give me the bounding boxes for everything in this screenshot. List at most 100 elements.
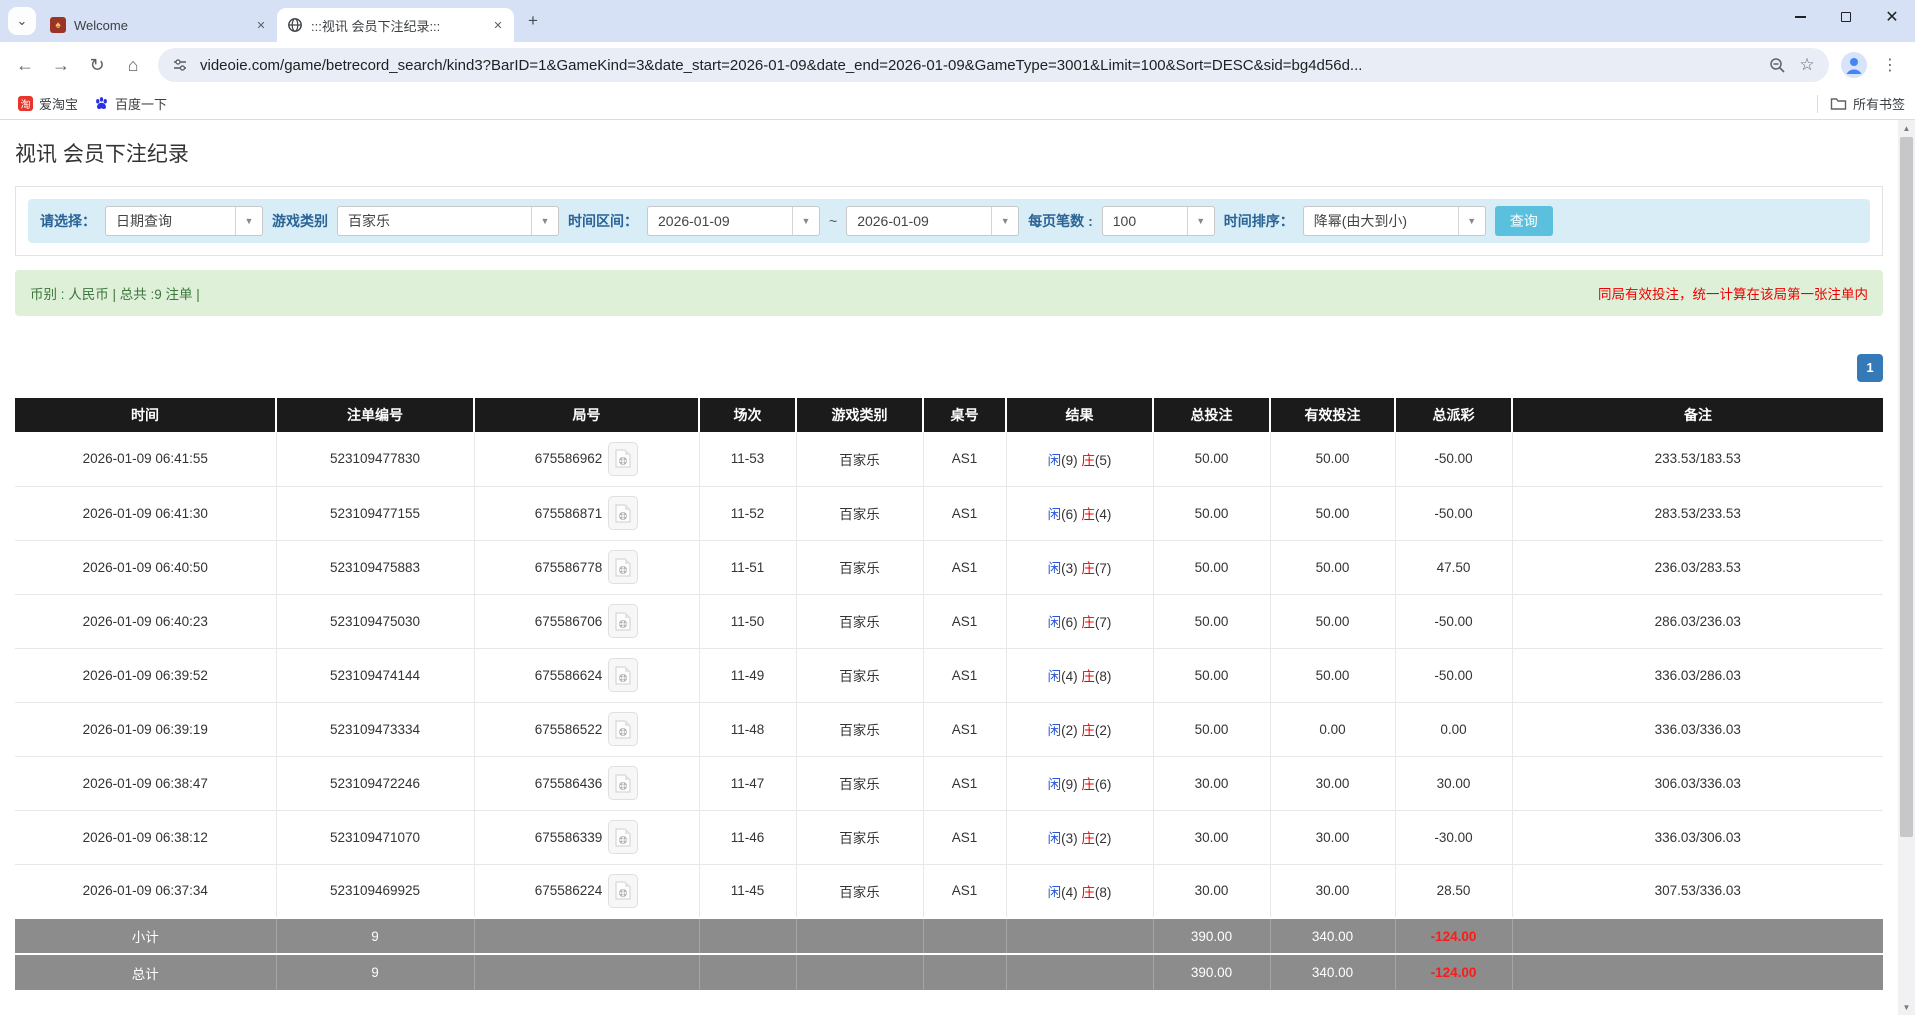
- tab-close-icon[interactable]: ✕: [253, 17, 269, 33]
- chevron-down-icon[interactable]: ▼: [531, 207, 558, 235]
- cell-time: 2026-01-09 06:38:47: [15, 756, 276, 810]
- page-size-value: 100: [1103, 207, 1187, 235]
- cell-total-bet: 50.00: [1153, 648, 1270, 702]
- video-replay-button[interactable]: [608, 604, 638, 638]
- cell-round: 675586339: [474, 810, 699, 864]
- date-range-label: 时间区间：: [568, 211, 638, 231]
- video-replay-button[interactable]: [608, 874, 638, 908]
- cell-round: 675586522: [474, 702, 699, 756]
- tab-welcome[interactable]: ♠ Welcome ✕: [40, 8, 277, 42]
- result-banker: 庄(8): [1081, 885, 1111, 900]
- reload-button[interactable]: ↻: [80, 48, 114, 82]
- page-1-button[interactable]: 1: [1857, 354, 1883, 382]
- table-row: 2026-01-09 06:38:12 523109471070 6755863…: [15, 810, 1883, 864]
- video-replay-button[interactable]: [608, 712, 638, 746]
- bookmarks-separator: [1817, 95, 1818, 113]
- cell-round: 675586706: [474, 594, 699, 648]
- cell-remark: 336.03/306.03: [1512, 810, 1883, 864]
- page-scrollbar[interactable]: ▲ ▼: [1898, 120, 1915, 1015]
- subtotal-row: 小计 9 390.00 340.00 -124.00: [15, 918, 1883, 954]
- page-title: 视讯 会员下注纪录: [15, 138, 1883, 168]
- all-bookmarks-label[interactable]: 所有书签: [1853, 94, 1905, 113]
- bookmark-aitaobao[interactable]: 淘 爱淘宝: [10, 91, 86, 116]
- subtotal-empty: [796, 918, 923, 954]
- chevron-down-icon[interactable]: ▼: [235, 207, 262, 235]
- back-button[interactable]: ←: [8, 48, 42, 82]
- url-text[interactable]: videoie.com/game/betrecord_search/kind3?…: [200, 57, 1757, 74]
- home-button[interactable]: ⌂: [116, 48, 150, 82]
- cell-result: 闲(9) 庄(5): [1006, 432, 1153, 486]
- poker-favicon: ♠: [50, 17, 66, 33]
- cell-session: 11-47: [699, 756, 796, 810]
- summary-bar: 币别 : 人民币 | 总共 :9 注单 | 同局有效投注，统一计算在该局第一张注…: [15, 270, 1883, 316]
- site-settings-icon[interactable]: [170, 55, 190, 75]
- chevron-down-icon[interactable]: ▼: [792, 207, 819, 235]
- scroll-up-icon[interactable]: ▲: [1898, 120, 1915, 136]
- tab-bet-record[interactable]: :::视讯 会员下注纪录::: ✕: [277, 8, 514, 42]
- query-type-select[interactable]: 日期查询 ▼: [105, 206, 263, 236]
- cell-round-id: 675586624: [535, 668, 603, 683]
- cell-time: 2026-01-09 06:39:19: [15, 702, 276, 756]
- forward-button[interactable]: →: [44, 48, 78, 82]
- window-close-button[interactable]: ✕: [1869, 0, 1915, 34]
- cell-game-type: 百家乐: [796, 594, 923, 648]
- date-end-input[interactable]: 2026-01-09 ▼: [846, 206, 1019, 236]
- result-player: 闲(3): [1048, 561, 1078, 576]
- cell-round-id: 675586962: [535, 451, 603, 466]
- chevron-down-icon[interactable]: ▼: [1458, 207, 1485, 235]
- cell-result: 闲(4) 庄(8): [1006, 864, 1153, 918]
- tab-close-icon[interactable]: ✕: [490, 17, 506, 33]
- search-button[interactable]: 查询: [1495, 206, 1553, 236]
- subtotal-label: 小计: [15, 918, 276, 954]
- video-replay-button[interactable]: [608, 820, 638, 854]
- address-bar[interactable]: videoie.com/game/betrecord_search/kind3?…: [158, 48, 1829, 82]
- bookmark-star-icon[interactable]: ☆: [1797, 55, 1817, 75]
- cell-payout: 30.00: [1395, 756, 1512, 810]
- currency-total-text: 币别 : 人民币 | 总共 :9 注单 |: [30, 283, 200, 303]
- video-replay-button[interactable]: [608, 550, 638, 584]
- chevron-down-icon[interactable]: ▼: [991, 207, 1018, 235]
- cell-round-id: 675586522: [535, 722, 603, 737]
- header-time: 时间: [15, 398, 276, 432]
- date-end-value: 2026-01-09: [847, 207, 991, 235]
- bookmarks-bar: 淘 爱淘宝 百度一下 所有书签: [0, 88, 1915, 120]
- scroll-down-icon[interactable]: ▼: [1898, 999, 1915, 1015]
- header-valid-bet: 有效投注: [1270, 398, 1395, 432]
- page-size-select[interactable]: 100 ▼: [1102, 206, 1215, 236]
- sort-select[interactable]: 降幂(由大到小) ▼: [1303, 206, 1486, 236]
- video-replay-button[interactable]: [608, 658, 638, 692]
- profile-avatar[interactable]: [1837, 48, 1871, 82]
- cell-total-bet: 50.00: [1153, 432, 1270, 486]
- zoom-out-icon[interactable]: [1767, 55, 1787, 75]
- tab-search-chevron-icon[interactable]: ⌄: [8, 7, 36, 35]
- cell-payout: -50.00: [1395, 486, 1512, 540]
- table-row: 2026-01-09 06:41:55 523109477830 6755869…: [15, 432, 1883, 486]
- video-replay-button[interactable]: [608, 766, 638, 800]
- header-total-bet: 总投注: [1153, 398, 1270, 432]
- cell-valid-bet: 30.00: [1270, 756, 1395, 810]
- chevron-down-icon[interactable]: ▼: [1187, 207, 1214, 235]
- game-type-select[interactable]: 百家乐 ▼: [337, 206, 559, 236]
- subtotal-payout: -124.00: [1395, 918, 1512, 954]
- date-start-input[interactable]: 2026-01-09 ▼: [647, 206, 820, 236]
- cell-total-bet: 50.00: [1153, 486, 1270, 540]
- result-banker: 庄(8): [1081, 669, 1111, 684]
- tab-strip: ⌄ ♠ Welcome ✕ :::视讯 会员下注纪录::: ✕ + ✕: [0, 0, 1915, 42]
- window-maximize-button[interactable]: [1823, 0, 1869, 34]
- browser-menu-icon[interactable]: ⋮: [1873, 48, 1907, 82]
- cell-valid-bet: 50.00: [1270, 540, 1395, 594]
- cell-remark: 286.03/236.03: [1512, 594, 1883, 648]
- video-replay-button[interactable]: [608, 442, 638, 476]
- new-tab-button[interactable]: +: [520, 8, 546, 34]
- subtotal-empty: [923, 918, 1006, 954]
- bookmark-baidu[interactable]: 百度一下: [86, 91, 175, 116]
- scrollbar-thumb[interactable]: [1900, 137, 1913, 837]
- cell-remark: 233.53/183.53: [1512, 432, 1883, 486]
- window-minimize-button[interactable]: [1777, 0, 1823, 34]
- video-replay-button[interactable]: [608, 496, 638, 530]
- cell-time: 2026-01-09 06:41:55: [15, 432, 276, 486]
- header-payout: 总派彩: [1395, 398, 1512, 432]
- cell-session: 11-45: [699, 864, 796, 918]
- cell-payout: -30.00: [1395, 810, 1512, 864]
- cell-session: 11-48: [699, 702, 796, 756]
